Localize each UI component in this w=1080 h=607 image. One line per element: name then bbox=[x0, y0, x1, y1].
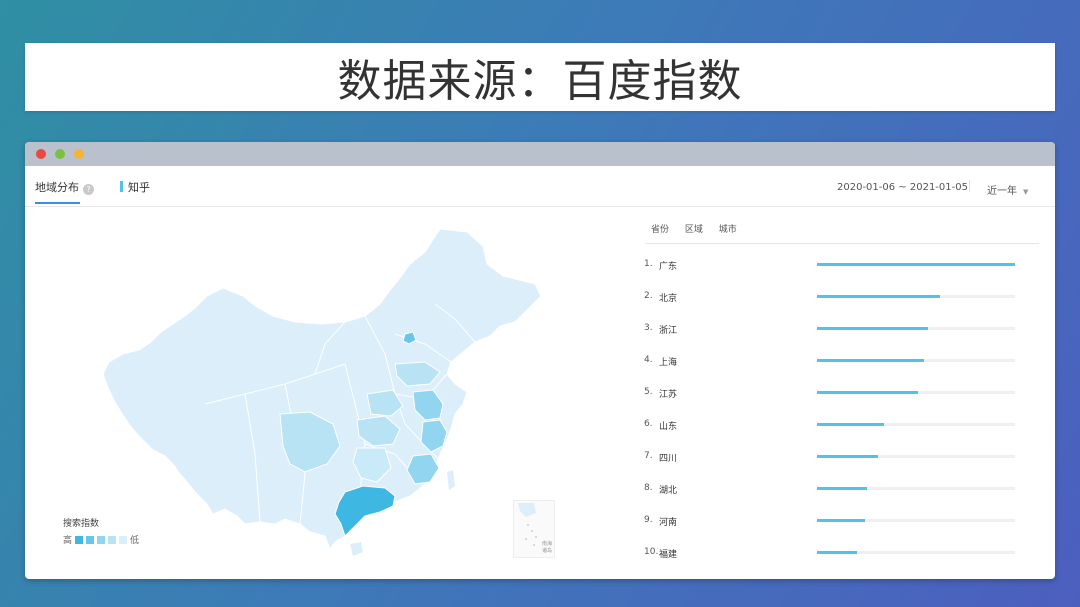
rank-province-name: 上海 bbox=[659, 358, 678, 368]
filter-divider bbox=[969, 180, 970, 192]
legend-low-label: 低 bbox=[130, 536, 140, 546]
active-tab-indicator bbox=[35, 202, 80, 204]
rank-bar bbox=[817, 423, 885, 426]
rank-province-name: 浙江 bbox=[659, 326, 678, 336]
map-legend: 搜索指数 高 低 bbox=[63, 516, 139, 546]
rank-province-name: 四川 bbox=[659, 454, 678, 464]
rank-bar bbox=[817, 487, 867, 490]
map-island-hainan[interactable] bbox=[350, 542, 363, 556]
ranking-row[interactable]: 6. 山东 bbox=[644, 412, 1044, 444]
ranking-row[interactable]: 4. 上海 bbox=[644, 348, 1044, 380]
ranking-row[interactable]: 3. 浙江 bbox=[644, 316, 1044, 348]
ranking-row[interactable]: 1. 广东 bbox=[644, 252, 1044, 284]
rank-bar-track bbox=[817, 359, 1015, 362]
ranking-row[interactable]: 2. 北京 bbox=[644, 284, 1044, 316]
ranking-row[interactable]: 5. 江苏 bbox=[644, 380, 1044, 412]
rank-province-name: 江苏 bbox=[659, 390, 678, 400]
rank-bar-track bbox=[817, 551, 1015, 554]
legend-title: 搜索指数 bbox=[63, 519, 100, 529]
legend-scale: 高 低 bbox=[63, 533, 139, 546]
rank-bar-track bbox=[817, 391, 1015, 394]
ranking-sub-tabs: 省份 区域 城市 bbox=[651, 222, 750, 235]
rank-bar-track bbox=[817, 327, 1015, 330]
help-icon[interactable]: ? bbox=[83, 184, 94, 195]
ranking-row[interactable]: 10. 福建 bbox=[644, 540, 1044, 572]
tab-bar: 地域分布? 知乎 2020-01-06 ~ 2021-01-05 近一年 ▼ bbox=[25, 166, 1055, 207]
tab-province[interactable]: 省份 bbox=[651, 225, 669, 235]
map-province-guangdong[interactable] bbox=[334, 485, 396, 537]
rank-number: 3. bbox=[644, 323, 653, 333]
rank-number: 10. bbox=[644, 547, 659, 557]
tab-area[interactable]: 区域 bbox=[685, 225, 703, 235]
rank-number: 6. bbox=[644, 419, 653, 429]
period-label: 近一年 bbox=[987, 186, 1017, 197]
rank-bar-track bbox=[817, 487, 1015, 490]
rank-bar-track bbox=[817, 423, 1015, 426]
rank-number: 4. bbox=[644, 355, 653, 365]
rank-number: 7. bbox=[644, 451, 653, 461]
rank-bar bbox=[817, 263, 1015, 266]
rank-province-name: 山东 bbox=[659, 422, 678, 432]
rank-bar-track bbox=[817, 519, 1015, 522]
legend-swatch bbox=[108, 535, 117, 544]
tab-city[interactable]: 城市 bbox=[719, 225, 737, 235]
legend-swatch bbox=[75, 535, 84, 544]
rank-number: 8. bbox=[644, 483, 653, 493]
map-china-mainland[interactable] bbox=[102, 228, 542, 551]
rank-bar bbox=[817, 455, 879, 458]
tab-region-distribution[interactable]: 地域分布? bbox=[35, 179, 94, 195]
inset-map: 南海 诸岛 bbox=[518, 503, 552, 554]
maximize-window-icon[interactable] bbox=[74, 149, 84, 159]
close-window-icon[interactable] bbox=[36, 149, 46, 159]
ranking-row[interactable]: 8. 湖北 bbox=[644, 476, 1044, 508]
legend-swatch bbox=[119, 535, 128, 544]
ranking-row[interactable]: 7. 四川 bbox=[644, 444, 1044, 476]
ranking-row[interactable]: 9. 河南 bbox=[644, 508, 1044, 540]
keyword-tag: 知乎 bbox=[120, 179, 150, 195]
rank-bar-track bbox=[817, 295, 1015, 298]
rank-bar-track bbox=[817, 263, 1015, 266]
window-titlebar bbox=[25, 142, 1055, 166]
rank-province-name: 北京 bbox=[659, 294, 678, 304]
south-china-sea-inset: 南海 诸岛 bbox=[513, 500, 555, 558]
legend-high-label: 高 bbox=[63, 536, 73, 546]
minimize-window-icon[interactable] bbox=[55, 149, 65, 159]
legend-swatch bbox=[97, 535, 106, 544]
chevron-down-icon: ▼ bbox=[1023, 188, 1029, 196]
date-range-picker[interactable]: 2020-01-06 ~ 2021-01-05 bbox=[837, 182, 968, 193]
keyword-color-marker bbox=[120, 181, 123, 192]
inset-label-line2: 诸岛 bbox=[542, 547, 552, 554]
rank-number: 5. bbox=[644, 387, 653, 397]
keyword-label: 知乎 bbox=[128, 181, 150, 194]
rank-bar-track bbox=[817, 455, 1015, 458]
province-ranking-list: 1. 广东 2. 北京 3. 浙江 4. 上海 5. 江苏 6. 山东 7. 四川 8. 湖北 9. 河南 10. 福… bbox=[644, 252, 1044, 572]
page-title: 数据来源：百度指数 bbox=[337, 56, 743, 107]
inset-label-line1: 南海 bbox=[542, 540, 552, 547]
sub-tabs-divider bbox=[645, 243, 1039, 244]
rank-bar bbox=[817, 295, 940, 298]
rank-bar bbox=[817, 359, 924, 362]
rank-bar bbox=[817, 391, 918, 394]
legend-swatch bbox=[86, 535, 95, 544]
rank-bar bbox=[817, 327, 928, 330]
rank-province-name: 湖北 bbox=[659, 486, 678, 496]
rank-province-name: 广东 bbox=[659, 262, 678, 272]
tab-region-label: 地域分布 bbox=[35, 181, 79, 194]
rank-number: 1. bbox=[644, 259, 653, 269]
browser-window: 地域分布? 知乎 2020-01-06 ~ 2021-01-05 近一年 ▼ 南… bbox=[25, 142, 1055, 579]
map-island-taiwan[interactable] bbox=[447, 470, 455, 490]
period-select[interactable]: 近一年 ▼ bbox=[987, 182, 1028, 197]
china-map[interactable] bbox=[95, 224, 565, 564]
rank-number: 9. bbox=[644, 515, 653, 525]
rank-bar bbox=[817, 519, 865, 522]
rank-bar bbox=[817, 551, 857, 554]
rank-number: 2. bbox=[644, 291, 653, 301]
rank-province-name: 河南 bbox=[659, 518, 678, 528]
title-banner: 数据来源：百度指数 bbox=[25, 43, 1055, 111]
rank-province-name: 福建 bbox=[659, 550, 678, 560]
